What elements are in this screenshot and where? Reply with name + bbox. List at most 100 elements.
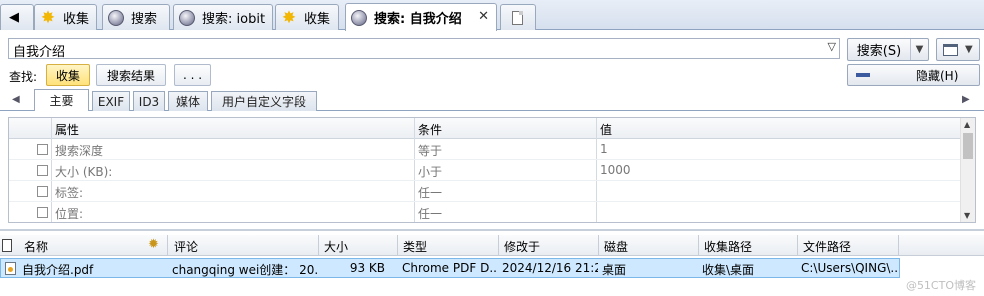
cell-modified: 2024/12/16 21:2... [502,261,598,275]
splitter[interactable] [0,229,984,231]
search-button-label: 搜索(S) [856,44,902,59]
column-collection-path[interactable]: 收集路径 [704,238,752,255]
column-divider[interactable] [397,235,398,256]
hide-button[interactable]: 隐藏(H) [847,64,980,86]
search-input[interactable]: 自我介绍 ▽ [8,38,840,60]
hide-button-label: 隐藏(H) [916,68,959,83]
list-header: 名称 ✹ 评论 大小 类型 修改于 磁盘 收集路径 文件路径 [0,235,984,256]
row-checkbox[interactable] [37,144,48,155]
scroll-right-icon[interactable]: ▶ [962,94,970,105]
subtab-id3[interactable]: ID3 [133,91,165,111]
search-query: 自我介绍 [13,45,66,60]
grid-cell-property: 搜索深度 [55,144,104,158]
grid-header-property: 属性 [55,123,80,137]
row-checkbox[interactable] [37,186,48,197]
subtab-main[interactable]: 主要 [34,89,89,111]
scroll-thumb[interactable] [963,133,973,159]
view-button[interactable]: ▼ [936,38,980,61]
tab-label: 搜索: 自我介绍 [374,12,462,27]
column-type[interactable]: 类型 [403,238,427,255]
window-icon [943,43,959,56]
chevron-down-icon[interactable]: ▽ [828,40,836,53]
cell-collection-path: 收集\桌面 [702,263,755,277]
chevron-down-icon: ▼ [964,44,973,55]
column-divider[interactable] [318,235,319,256]
grid-cell-condition: 等于 [418,144,443,158]
star-icon: ✸ [40,7,56,28]
grid-cell-value: 1 [600,142,608,156]
find-collection-button[interactable]: 收集 [46,64,90,86]
tab-label: 搜索: iobit [202,12,266,27]
column-divider[interactable] [797,235,798,256]
subtab-label: 用户自定义字段 [221,95,306,109]
column-divider[interactable] [898,235,899,256]
subtab-label: ID3 [138,94,160,109]
tab-label: 收集 [63,12,90,27]
cell-disk: 桌面 [602,263,627,277]
column-file-path[interactable]: 文件路径 [803,238,851,255]
grid-cell-condition: 任一 [418,207,443,221]
tab-collection-1[interactable]: ✸ 收集 [34,4,97,30]
row-checkbox[interactable] [37,207,48,218]
grid-row[interactable]: 标签: 任一 [9,181,962,202]
column-disk[interactable]: 磁盘 [604,238,628,255]
watermark: @51CTO博客 [905,279,976,292]
scroll-left-icon[interactable]: ◀ [12,94,20,105]
subtab-strip: ◀ 主要 EXIF ID3 媒体 用户自定义字段 ▶ [0,89,984,111]
close-icon[interactable]: ✕ [478,9,489,24]
star-icon: ✸ [281,7,297,28]
column-divider[interactable] [598,235,599,256]
tab-search-active[interactable]: 搜索: 自我介绍 ✕ [345,3,497,31]
scroll-up-icon[interactable]: ▲ [964,120,970,129]
cell-file-path: C:\Users\QING\... [801,261,898,275]
grid-row[interactable]: 搜索深度 等于 1 [9,139,962,160]
grid-cell-property: 大小 (KB): [55,165,113,179]
column-divider[interactable] [167,235,168,256]
grid-header-condition: 条件 [418,123,443,137]
cell-comment: changqing wei创建： 20... [172,263,317,277]
gear-icon[interactable]: ✹ [148,237,159,252]
column-modified[interactable]: 修改于 [504,238,540,255]
tab-new[interactable] [500,4,536,30]
chevron-down-icon[interactable]: ▼ [910,39,928,60]
tab-collection-2[interactable]: ✸ 收集 [275,4,339,30]
collapse-icon [856,73,870,77]
list-item[interactable]: 自我介绍.pdf changqing wei创建： 20... 93 KB Ch… [0,258,900,278]
grid-cell-property: 位置: [55,207,84,221]
tab-strip: ◀ ✸ 收集 搜索 搜索: iobit ✸ 收集 搜索: 自我介绍 ✕ [0,0,984,31]
subtab-label: EXIF [97,94,125,109]
column-divider[interactable] [498,235,499,256]
search-button[interactable]: 搜索(S) ▼ [847,38,929,61]
find-button-label: . . . [182,68,203,82]
tab-search[interactable]: 搜索 [102,4,170,30]
column-comment[interactable]: 评论 [174,238,198,255]
column-size[interactable]: 大小 [324,238,348,255]
subtab-media[interactable]: 媒体 [168,91,208,111]
find-button-label: 收集 [55,68,80,83]
vertical-scrollbar[interactable]: ▲ ▼ [960,118,975,222]
find-results-button[interactable]: 搜索结果 [96,64,166,86]
find-more-button[interactable]: . . . [174,64,211,86]
grid-cell-condition: 任一 [418,186,443,200]
new-tab-icon [512,10,523,25]
subtab-exif[interactable]: EXIF [92,91,130,111]
pdf-file-icon [5,262,16,275]
grid-header-value: 值 [600,123,613,137]
subtab-custom-fields[interactable]: 用户自定义字段 [211,91,317,111]
tab-search-iobit[interactable]: 搜索: iobit [173,4,273,30]
cell-type: Chrome PDF D... [402,261,497,275]
globe-icon [107,9,125,27]
scroll-down-icon[interactable]: ▼ [964,211,970,220]
tab-label: 收集 [304,12,331,27]
subtab-label: 媒体 [175,95,200,109]
column-name[interactable]: 名称 [24,238,48,255]
tab-label: 搜索 [131,12,158,27]
grid-cell-condition: 小于 [418,165,443,179]
tab-scroll-left[interactable]: ◀ [0,4,34,30]
row-checkbox[interactable] [37,165,48,176]
column-divider[interactable] [698,235,699,256]
grid-header: 属性 条件 值 [9,118,962,139]
globe-icon [350,9,368,27]
grid-row[interactable]: 位置: 任一 [9,202,962,223]
grid-row[interactable]: 大小 (KB): 小于 1000 [9,160,962,181]
